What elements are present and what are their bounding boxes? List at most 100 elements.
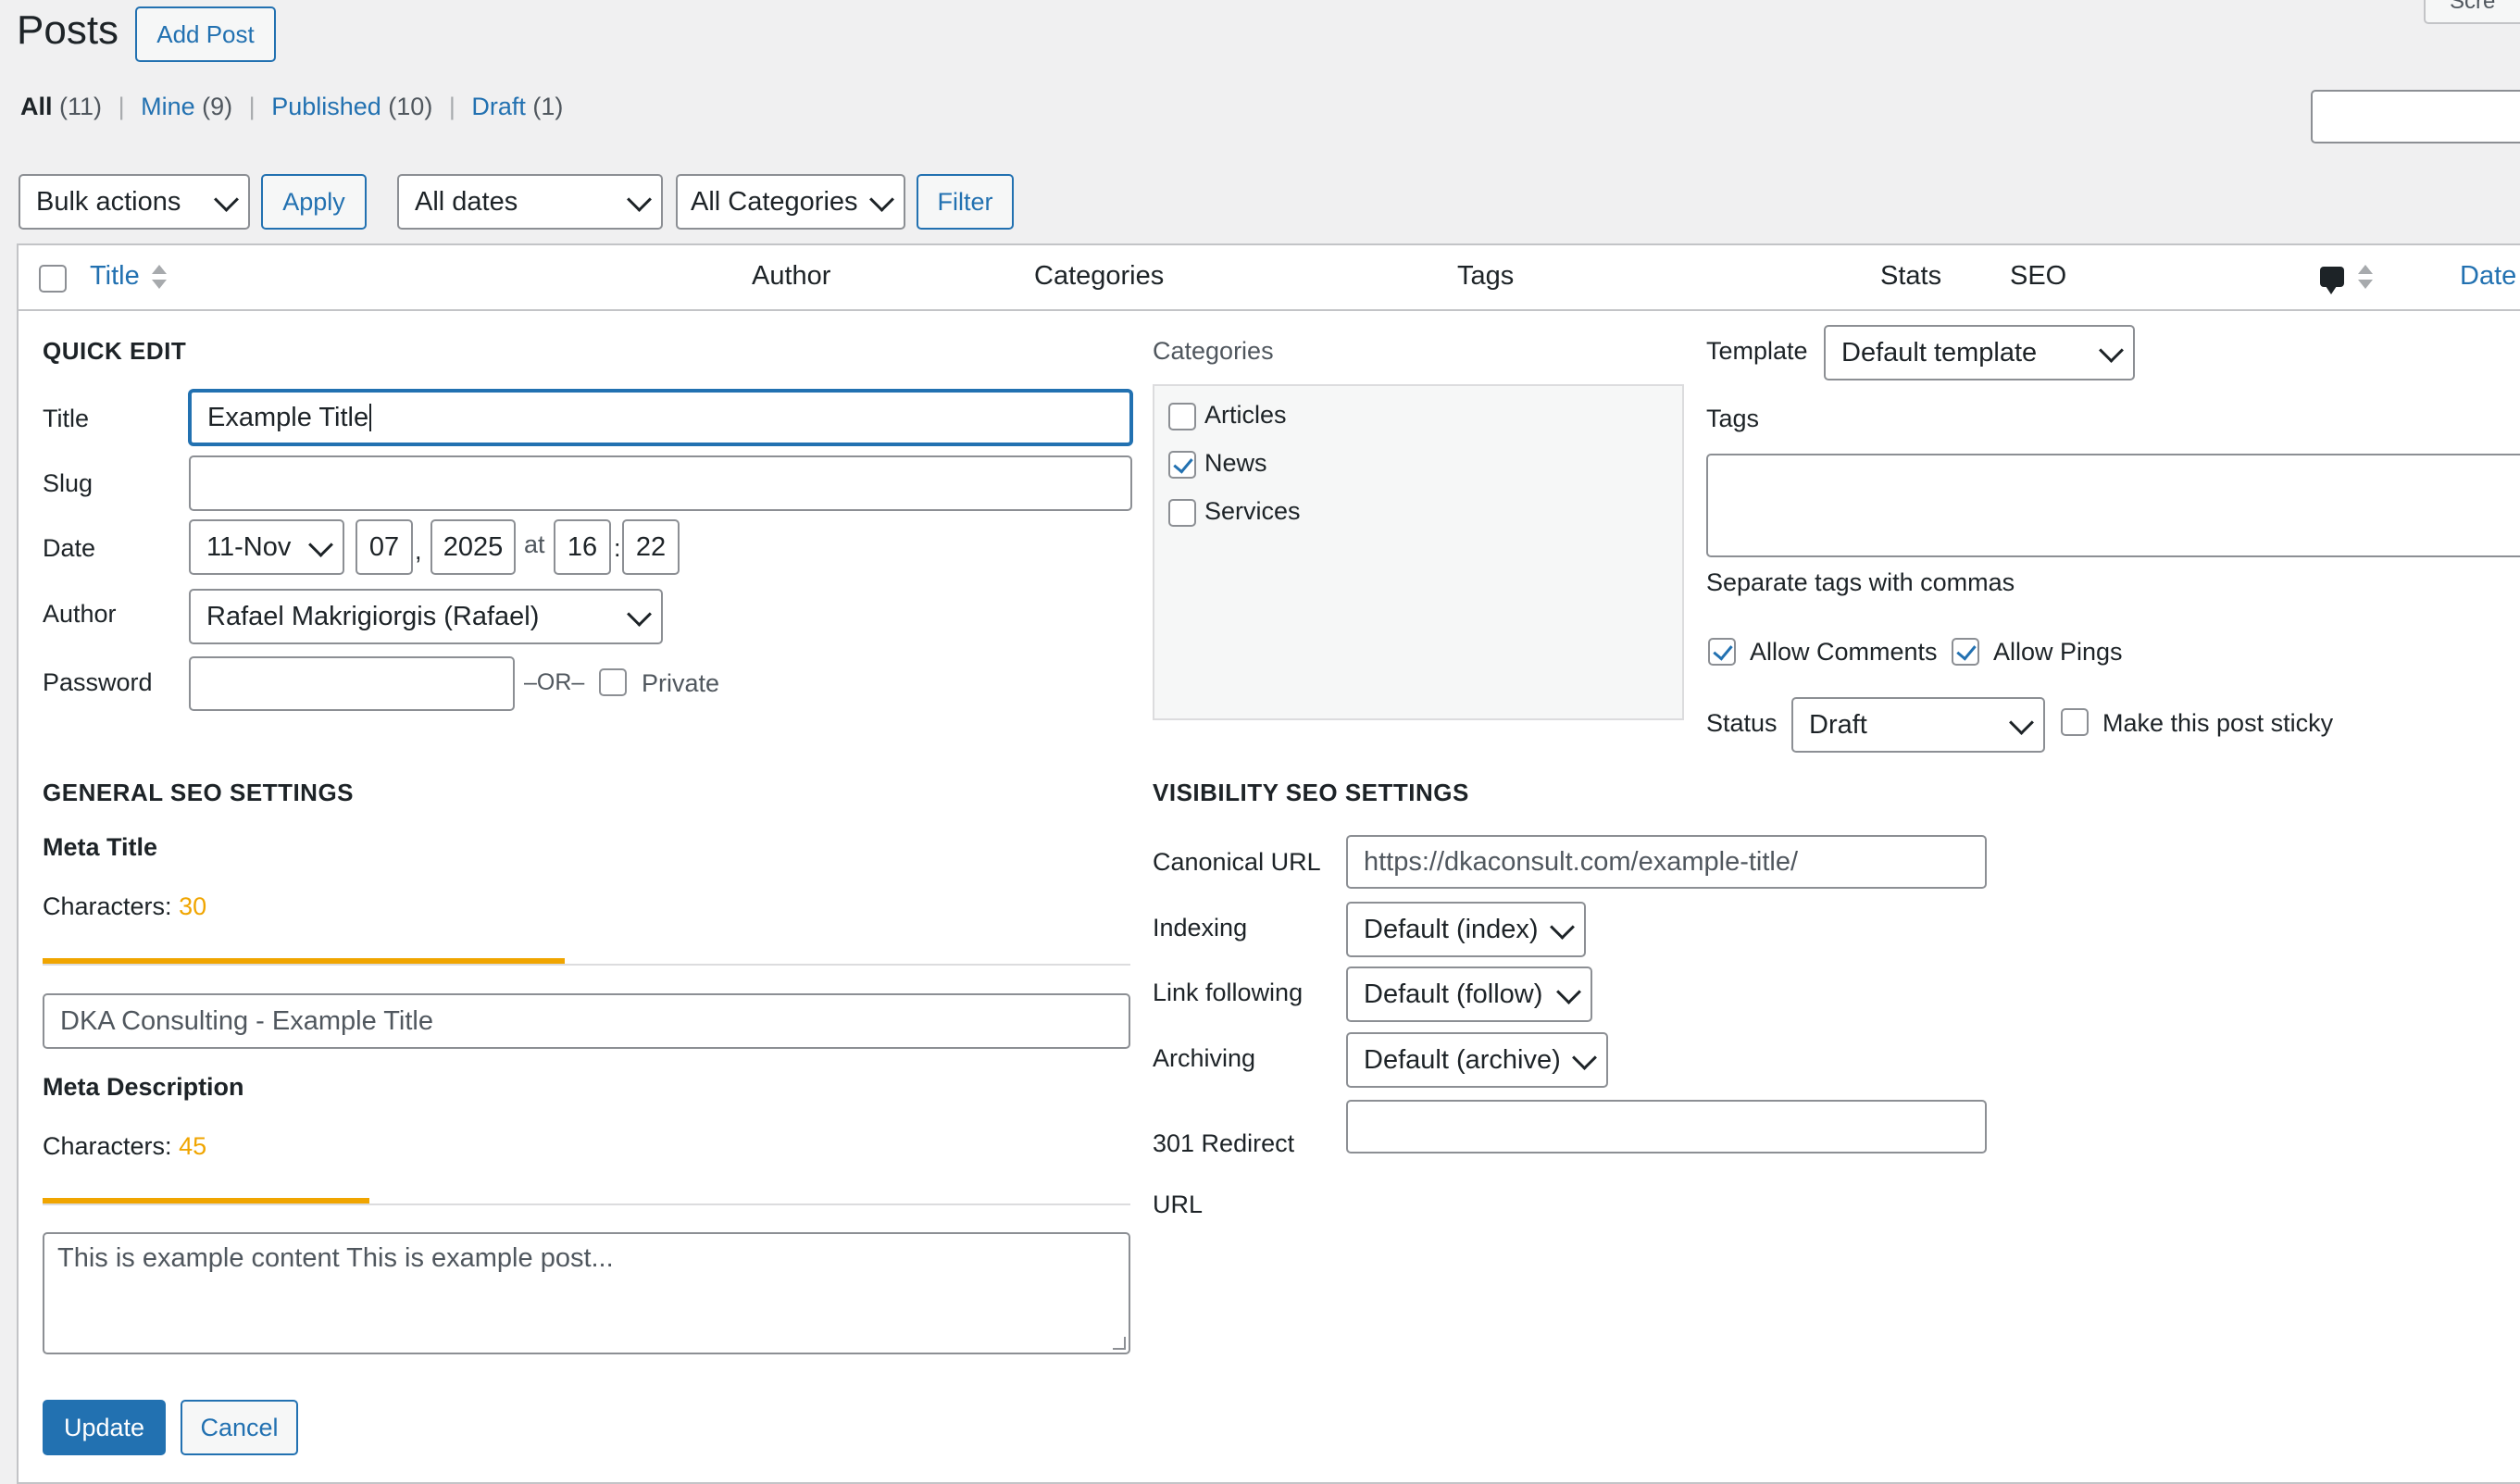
- minute-value: 22: [635, 531, 667, 562]
- bulk-actions-value: Bulk actions: [36, 186, 181, 217]
- cancel-button[interactable]: Cancel: [181, 1400, 298, 1455]
- meta-description-progress-track: [43, 1203, 1130, 1205]
- status-select[interactable]: Draft: [1791, 697, 2045, 753]
- screen-options-button[interactable]: Scre: [2424, 0, 2520, 24]
- title-input[interactable]: Example Title: [189, 390, 1132, 445]
- filter-mine[interactable]: Mine: [141, 93, 195, 120]
- year-input[interactable]: 2025: [430, 519, 516, 575]
- category-articles-label: Articles: [1204, 401, 1287, 429]
- apply-button[interactable]: Apply: [261, 174, 367, 230]
- meta-description-value: This is example content This is example …: [57, 1243, 614, 1273]
- quick-edit-heading: QUICK EDIT: [43, 337, 187, 365]
- sort-arrows-icon[interactable]: [2358, 265, 2373, 293]
- time-colon: :: [614, 534, 621, 562]
- indexing-select[interactable]: Default (index): [1346, 902, 1586, 957]
- title-label: Title: [43, 405, 90, 432]
- sticky-checkbox[interactable]: [2061, 708, 2089, 736]
- category-articles-checkbox[interactable]: [1168, 403, 1196, 430]
- allow-pings-checkbox[interactable]: [1952, 638, 1979, 666]
- visibility-seo-heading: VISIBILITY SEO SETTINGS: [1153, 779, 1469, 806]
- filter-all[interactable]: All: [20, 93, 53, 120]
- redirect-url-input[interactable]: [1346, 1100, 1987, 1154]
- password-input[interactable]: [189, 656, 515, 711]
- dates-filter-select[interactable]: All dates: [397, 174, 663, 230]
- filter-button[interactable]: Filter: [917, 174, 1014, 230]
- category-services-checkbox[interactable]: [1168, 499, 1196, 527]
- day-input[interactable]: 07: [356, 519, 413, 575]
- meta-description-characters: Characters: 45: [43, 1132, 206, 1161]
- template-select[interactable]: Default template: [1824, 325, 2135, 380]
- author-label: Author: [43, 600, 117, 628]
- status-filters: All (11) | Mine (9) | Published (10) | D…: [20, 93, 563, 121]
- filter-published[interactable]: Published: [271, 93, 381, 120]
- hour-input[interactable]: 16: [554, 519, 611, 575]
- column-stats: Stats: [1880, 261, 1942, 291]
- category-services-label: Services: [1204, 497, 1301, 525]
- day-value: 07: [368, 531, 400, 562]
- date-at: at: [524, 530, 545, 558]
- sort-arrows-icon[interactable]: [152, 265, 167, 293]
- meta-description-count: 45: [179, 1132, 207, 1160]
- chevron-down-icon: [627, 602, 652, 627]
- author-select[interactable]: Rafael Makrigiorgis (Rafael): [189, 589, 663, 644]
- category-news-checkbox[interactable]: [1168, 451, 1196, 479]
- chevron-down-icon: [1550, 915, 1575, 940]
- comments-bubble-icon[interactable]: [2320, 267, 2344, 294]
- private-checkbox[interactable]: [599, 668, 627, 696]
- indexing-label: Indexing: [1153, 914, 1248, 942]
- add-post-button[interactable]: Add Post: [135, 6, 276, 62]
- resize-handle-icon[interactable]: [1113, 1337, 1126, 1350]
- archiving-select[interactable]: Default (archive): [1346, 1032, 1608, 1088]
- allow-pings-label: Allow Pings: [1993, 638, 2123, 666]
- date-label: Date: [43, 534, 96, 562]
- chevron-down-icon: [1556, 979, 1581, 1004]
- chevron-down-icon: [1572, 1045, 1597, 1070]
- title-input-value: Example Title: [207, 402, 369, 432]
- meta-description-textarea[interactable]: This is example content This is example …: [43, 1232, 1130, 1354]
- chevron-down-icon: [869, 187, 894, 212]
- date-comma: ,: [415, 537, 422, 565]
- general-seo-heading: GENERAL SEO SETTINGS: [43, 779, 355, 806]
- categories-label: Categories: [1153, 337, 1274, 365]
- canonical-url-input[interactable]: https://dkaconsult.com/example-title/: [1346, 835, 1987, 889]
- hour-value: 16: [567, 531, 598, 562]
- canonical-url-label: Canonical URL: [1153, 848, 1321, 876]
- link-following-label: Link following: [1153, 979, 1304, 1006]
- update-button[interactable]: Update: [43, 1400, 166, 1455]
- tags-textarea[interactable]: [1706, 454, 2520, 557]
- filter-all-count: (11): [59, 93, 103, 120]
- private-label: Private: [642, 669, 720, 697]
- tags-hint: Separate tags with commas: [1706, 568, 2015, 596]
- chevron-down-icon: [214, 187, 239, 212]
- month-value: 11-Nov: [206, 531, 292, 562]
- characters-label: Characters:: [43, 892, 172, 920]
- slug-label: Slug: [43, 469, 94, 497]
- search-posts-input[interactable]: [2311, 90, 2520, 143]
- filter-mine-count: (9): [202, 93, 233, 120]
- meta-title-value: DKA Consulting - Example Title: [60, 1005, 433, 1036]
- column-title-sort[interactable]: Title: [90, 261, 140, 292]
- meta-title-input[interactable]: DKA Consulting - Example Title: [43, 993, 1130, 1049]
- column-author: Author: [752, 261, 831, 291]
- link-following-select[interactable]: Default (follow): [1346, 966, 1592, 1022]
- column-tags: Tags: [1457, 261, 1515, 291]
- bulk-actions-select[interactable]: Bulk actions: [19, 174, 250, 230]
- link-following-value: Default (follow): [1364, 979, 1543, 1009]
- allow-comments-checkbox[interactable]: [1708, 638, 1736, 666]
- redirect-label-line1: 301 Redirect: [1153, 1129, 1295, 1157]
- select-all-checkbox[interactable]: [39, 265, 67, 293]
- redirect-label-line2: URL: [1153, 1191, 1204, 1218]
- archiving-label: Archiving: [1153, 1044, 1256, 1072]
- template-value: Default template: [1841, 337, 2038, 368]
- tags-label: Tags: [1706, 405, 1760, 432]
- meta-title-characters: Characters: 30: [43, 892, 206, 921]
- filter-draft[interactable]: Draft: [471, 93, 526, 120]
- categories-filter-value: All Categories: [691, 186, 858, 217]
- column-date-sort[interactable]: Date: [2460, 261, 2516, 292]
- filter-draft-count: (1): [532, 93, 564, 120]
- month-select[interactable]: 11-Nov: [189, 519, 344, 575]
- categories-filter-select[interactable]: All Categories: [676, 174, 905, 230]
- year-value: 2025: [443, 531, 504, 562]
- slug-input[interactable]: [189, 455, 1132, 511]
- minute-input[interactable]: 22: [622, 519, 680, 575]
